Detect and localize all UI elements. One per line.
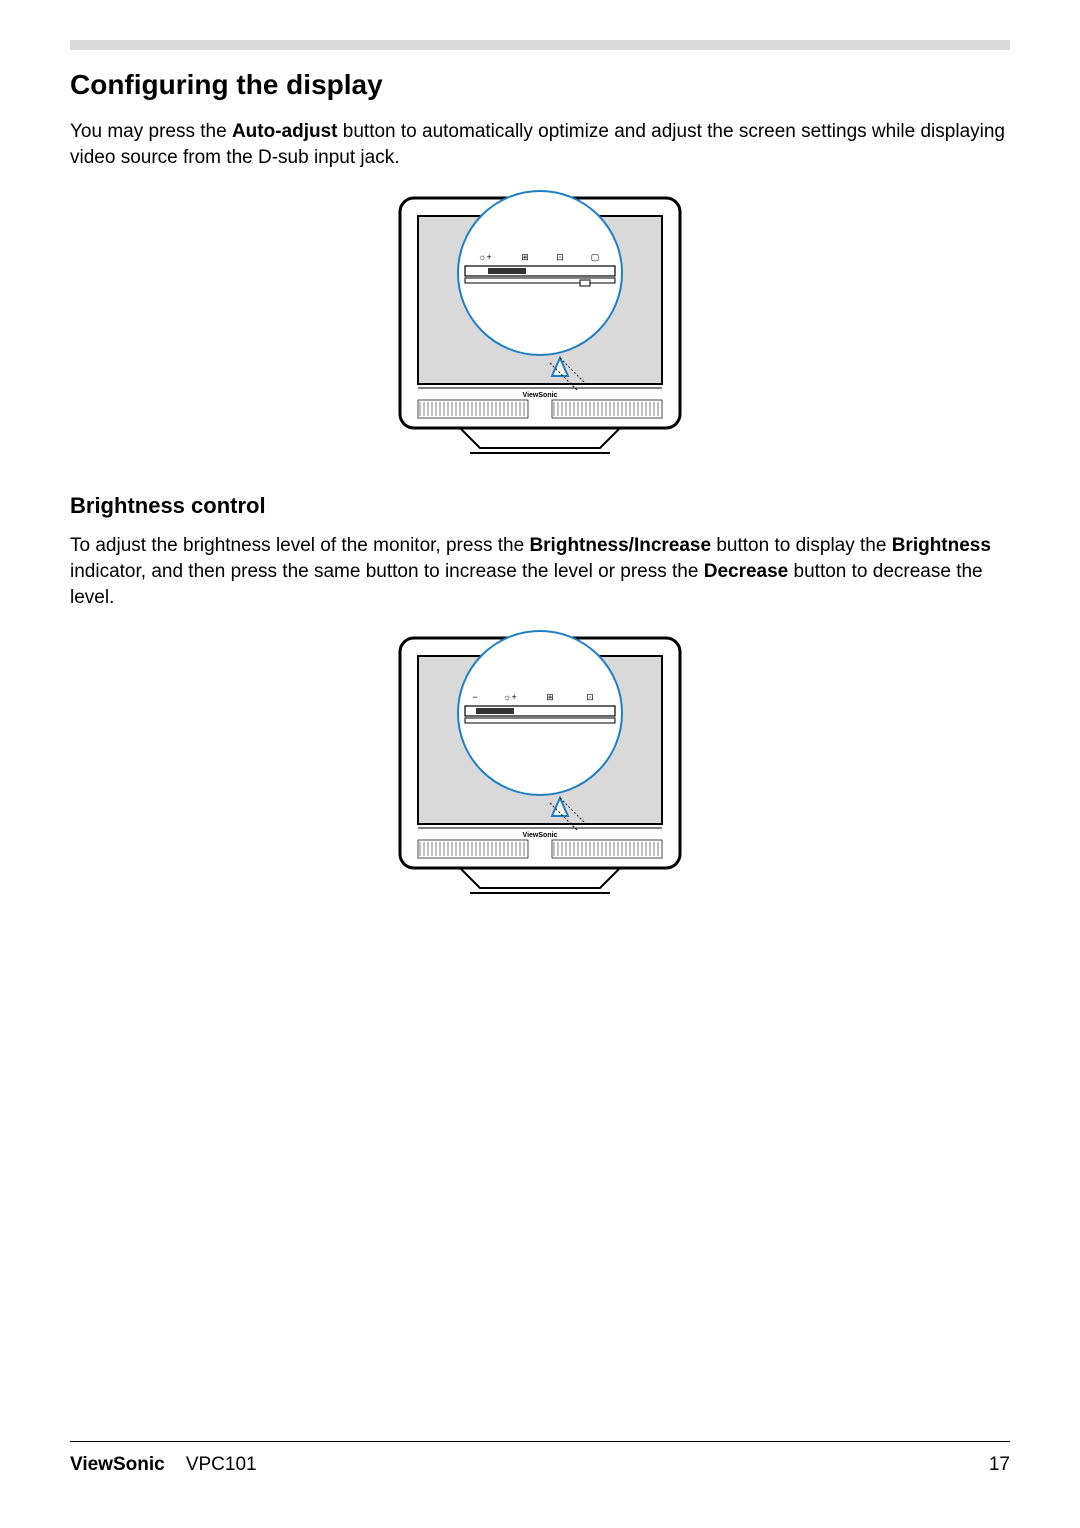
- symbol-minus-icon: −: [472, 692, 477, 702]
- symbol-brightness-plus-icon: ☼+: [478, 252, 492, 262]
- figure-auto-adjust: ViewSonic ☼+ ⊞ ⊡ ▢: [70, 188, 1010, 463]
- monitor-logo: ViewSonic: [523, 392, 558, 399]
- text: To adjust the brightness level of the mo…: [70, 535, 529, 556]
- paragraph-configuring: You may press the Auto-adjust button to …: [70, 119, 1010, 170]
- bold-brightness-increase: Brightness/Increase: [529, 535, 711, 556]
- paragraph-brightness: To adjust the brightness level of the mo…: [70, 533, 1010, 610]
- symbol-brightness-plus-icon: ☼+: [503, 692, 517, 702]
- figure-brightness: ViewSonic − ☼+ ⊞ ⊡: [70, 628, 1010, 903]
- footer-model: VPC101: [186, 1454, 257, 1475]
- symbol-menu-icon: ⊞: [521, 252, 529, 262]
- monitor-logo: ViewSonic: [523, 832, 558, 839]
- section-heading-configuring: Configuring the display: [70, 69, 1010, 101]
- bold-brightness: Brightness: [892, 535, 991, 556]
- text: indicator, and then press the same butto…: [70, 561, 704, 582]
- text: You may press the: [70, 121, 232, 142]
- symbol-auto-icon: ▢: [591, 252, 600, 262]
- text: button to display the: [711, 535, 892, 556]
- symbol-menu-icon: ⊞: [546, 692, 554, 702]
- footer-page-number: 17: [989, 1454, 1010, 1476]
- symbol-source-icon: ⊡: [586, 692, 594, 702]
- header-rule: [70, 40, 1010, 50]
- page-footer: ViewSonic VPC101 17: [70, 1441, 1010, 1476]
- footer-brand: ViewSonic: [70, 1454, 165, 1475]
- subsection-heading-brightness: Brightness control: [70, 493, 1010, 519]
- symbol-source-icon: ⊡: [556, 252, 564, 262]
- bold-auto-adjust: Auto-adjust: [232, 121, 338, 142]
- bold-decrease: Decrease: [704, 561, 789, 582]
